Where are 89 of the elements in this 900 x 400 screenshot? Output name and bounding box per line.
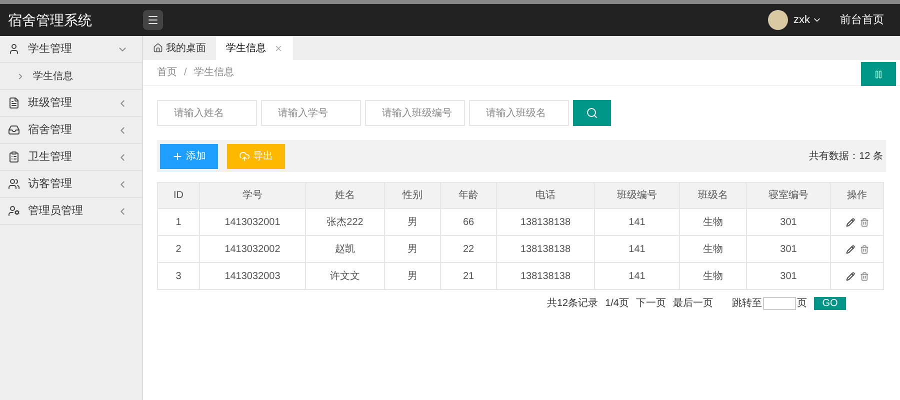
column-header: 操作 (830, 182, 884, 208)
table-cell: 141 (594, 262, 680, 290)
column-header: 姓名 (306, 182, 384, 208)
table-cell: 张杰222 (306, 208, 384, 236)
column-header: 电话 (496, 182, 594, 208)
breadcrumb-link[interactable]: 首页 (157, 65, 177, 80)
menu-toggle-button[interactable] (143, 10, 163, 30)
search-field[interactable]: 请输入班级编号 (365, 100, 465, 126)
table-cell: 1413032002 (200, 236, 306, 262)
table-cell: 301 (746, 236, 830, 262)
page-count: 1/4页 (605, 297, 629, 311)
edit-icon[interactable] (846, 244, 854, 254)
table-cell: 66 (440, 208, 496, 236)
tray-icon (8, 124, 20, 136)
search-icon (586, 107, 598, 119)
column-header: ID (158, 182, 200, 208)
breadcrumb-link[interactable]: 学生信息 (194, 65, 234, 80)
group-icon (8, 178, 20, 190)
edit-icon[interactable] (846, 272, 854, 280)
table-cell: 3 (158, 262, 200, 290)
user-name[interactable]: zxk (794, 12, 810, 28)
column-header: 班级名 (680, 182, 746, 208)
page-unit: 页 (797, 297, 807, 311)
trash-icon[interactable] (860, 218, 868, 226)
search-button[interactable] (573, 100, 611, 126)
chevron-right-icon (16, 72, 25, 80)
sidebar-item[interactable]: 班级管理 (0, 90, 142, 117)
table-cell: 22 (440, 236, 496, 262)
tab[interactable]: 我的桌面 (143, 36, 216, 60)
table-cell: 许文文 (306, 262, 384, 290)
app-title: 宿舍管理系统 (7, 10, 93, 30)
sidebar-item[interactable]: 管理员管理 (0, 198, 142, 225)
table-cell: 赵凯 (306, 236, 384, 262)
column-header: 班级编号 (594, 182, 680, 208)
sidebar-item[interactable]: 访客管理 (0, 171, 142, 198)
home-link[interactable]: 前台首页 (840, 12, 884, 28)
column-header: 学号 (200, 182, 306, 208)
table-cell: 生物 (680, 262, 746, 290)
edit-icon[interactable] (846, 218, 854, 226)
sidebar-item[interactable]: 学生管理 (0, 36, 142, 63)
sidebar-item[interactable]: 卫生管理 (0, 144, 142, 171)
user-gear-icon (8, 205, 20, 217)
table-cell: 男 (384, 236, 440, 262)
document-icon (8, 97, 20, 109)
table-cell: 138138138 (496, 208, 594, 236)
page-input[interactable] (763, 297, 796, 310)
column-header: 寝室编号 (746, 182, 830, 208)
total-count: 共有数据：12 条 (809, 150, 883, 164)
menu-icon (147, 14, 159, 26)
trash-icon[interactable] (860, 272, 868, 280)
search-field[interactable]: 请输入班级名 (469, 100, 569, 126)
refresh-button[interactable] (861, 62, 896, 86)
table-cell: 301 (746, 262, 830, 290)
table-cell: 男 (384, 208, 440, 236)
table-cell: 1413032001 (200, 208, 306, 236)
avatar[interactable] (768, 10, 788, 30)
plus-icon (172, 150, 183, 162)
jump-label: 跳转至 (732, 296, 762, 311)
go-button[interactable]: GO (814, 297, 846, 310)
person-icon (8, 43, 20, 55)
search-field[interactable]: 请输入姓名 (157, 100, 257, 126)
record-count: 共12条记录 (546, 296, 598, 311)
close-icon (274, 44, 283, 52)
pause-icon (874, 70, 883, 78)
clipboard-icon (8, 151, 20, 163)
sidebar-subitem[interactable]: 学生信息 (0, 63, 142, 90)
cloud-upload-icon (239, 150, 250, 162)
column-header: 性别 (384, 182, 440, 208)
table-cell: 1413032003 (200, 262, 306, 290)
column-header: 年龄 (440, 182, 496, 208)
home-icon (153, 43, 163, 53)
table-cell: 301 (746, 208, 830, 236)
table-cell: 138138138 (496, 236, 594, 262)
table-cell: 141 (594, 208, 680, 236)
last-page-link[interactable]: 最后一页 (673, 296, 713, 311)
search-field[interactable]: 请输入学号 (261, 100, 361, 126)
table-cell: 138138138 (496, 262, 594, 290)
tab[interactable]: 学生信息 (216, 36, 293, 60)
next-page-link[interactable]: 下一页 (636, 296, 666, 311)
table-cell: 141 (594, 236, 680, 262)
table-cell: 生物 (680, 236, 746, 262)
sidebar-item[interactable]: 宿舍管理 (0, 117, 142, 144)
breadcrumb-separator: / (184, 66, 187, 80)
table-cell: 生物 (680, 208, 746, 236)
table-cell: 21 (440, 262, 496, 290)
trash-icon[interactable] (860, 244, 868, 254)
table-cell: 2 (158, 236, 200, 262)
table-cell: 男 (384, 262, 440, 290)
table-cell: 1 (158, 208, 200, 236)
